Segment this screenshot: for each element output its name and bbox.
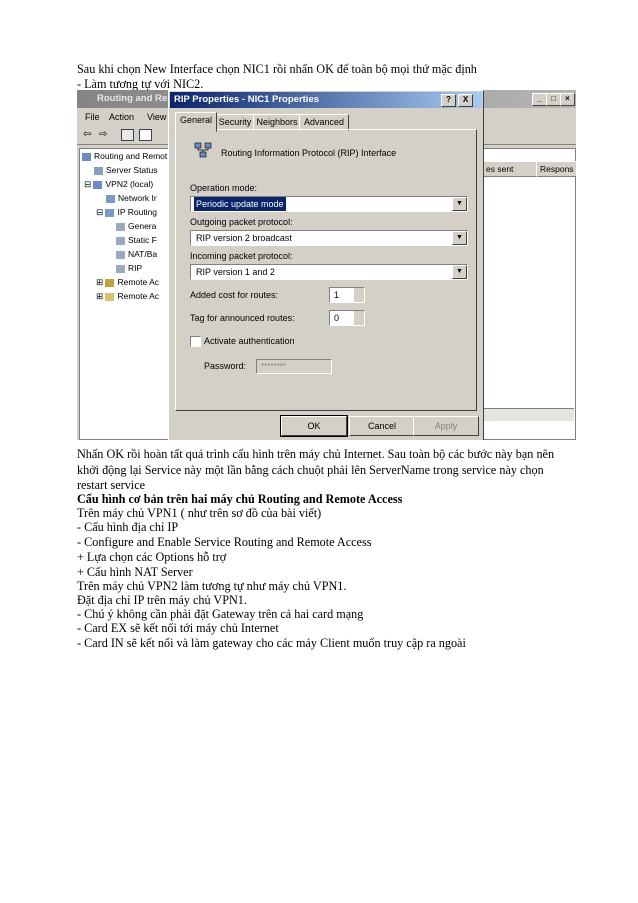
tag-stepper[interactable]: 0	[329, 310, 365, 326]
text-line-10: + Lựa chọn các Options hỗ trợ	[77, 550, 227, 564]
tree-item[interactable]: ⊟ IP Routing	[96, 207, 157, 218]
added-cost-label: Added cost for routes:	[190, 290, 279, 300]
chevron-down-icon: ▼	[452, 265, 467, 279]
operation-mode-label: Operation mode:	[190, 183, 258, 193]
minimize-icon[interactable]: _	[532, 93, 547, 106]
back-icon[interactable]: ⇦	[83, 129, 91, 140]
forward-icon[interactable]: ⇨	[99, 129, 107, 140]
rip-properties-dialog: RIP Properties - NIC1 Properties ? X Gen…	[168, 90, 484, 440]
ok-button[interactable]: OK	[280, 415, 348, 437]
tab-general[interactable]: General	[175, 112, 217, 132]
tag-label: Tag for announced routes:	[190, 313, 295, 323]
text-line-5: restart service	[77, 478, 146, 492]
dialog-titlebar: RIP Properties - NIC1 Properties ? X	[170, 92, 482, 108]
activate-authentication-checkbox[interactable]	[190, 336, 201, 347]
menu-file[interactable]: File	[85, 112, 100, 122]
remote-access-icon	[105, 278, 115, 287]
text-line-7: Trên máy chủ VPN1 ( như trên sơ đồ của b…	[77, 506, 322, 520]
column-header[interactable]: Respons	[536, 161, 576, 177]
text-line-1: Sau khi chọn New Interface chọn NIC1 rồi…	[77, 62, 477, 76]
tree-item[interactable]: ⊞ Remote Ac	[96, 277, 159, 288]
server-icon	[93, 180, 103, 189]
status-icon	[94, 166, 103, 175]
horizontal-scrollbar[interactable]	[481, 408, 574, 421]
console-tree: Routing and Remot Server Status ⊟ VPN2 (…	[79, 148, 174, 440]
incoming-protocol-select[interactable]: RIP version 1 and 2 ▼	[190, 264, 468, 280]
nat-icon	[116, 250, 125, 259]
password-label: Password:	[204, 361, 247, 371]
cancel-button[interactable]: Cancel	[349, 416, 415, 436]
password-field[interactable]: ********	[256, 359, 332, 374]
text-line-15: - Card EX sẽ kết nối tới máy chủ Interne…	[77, 621, 279, 635]
general-panel: Routing Information Protocol (RIP) Inter…	[175, 129, 477, 411]
help-icon[interactable]: ?	[441, 94, 456, 107]
folder-icon	[105, 292, 115, 301]
static-icon	[116, 236, 125, 245]
chevron-down-icon: ▼	[452, 231, 467, 245]
added-cost-stepper[interactable]: 1	[329, 287, 365, 303]
general-icon	[116, 222, 125, 231]
close-icon[interactable]: ×	[560, 93, 575, 106]
text-line-4: khởi động lại Service này một lần bằng c…	[77, 463, 544, 477]
menu-view[interactable]: View	[147, 112, 166, 122]
text-line-11: + Cấu hình NAT Server	[77, 565, 193, 579]
dialog-title: RIP Properties - NIC1 Properties	[174, 94, 320, 105]
tree-item[interactable]: Network Ir	[106, 193, 157, 203]
tree-item[interactable]: Server Status	[94, 165, 158, 175]
activate-authentication-label: Activate authentication	[204, 336, 295, 346]
text-line-3: Nhấn OK rồi hoàn tất quá trình cấu hình …	[77, 447, 555, 461]
tree-item[interactable]: Static F	[116, 235, 157, 245]
tree-item[interactable]: Genera	[116, 221, 156, 231]
server-icon	[82, 152, 91, 161]
network-interface-icon	[194, 142, 212, 158]
screenshot: Routing and Rem _ □ × File Action View ⇦…	[77, 90, 576, 440]
tree-item[interactable]: Routing and Remot	[82, 151, 167, 161]
rip-icon	[116, 264, 125, 273]
outgoing-protocol-label: Outgoing packet protocol:	[190, 217, 293, 227]
section-heading: Cấu hình cơ bản trên hai máy chủ Routing…	[77, 492, 403, 506]
text-line-14: - Chú ý không cần phải đặt Gateway trên …	[77, 607, 364, 621]
details-pane: es sent Respons	[481, 148, 576, 440]
text-line-9: - Configure and Enable Service Routing a…	[77, 535, 372, 549]
operation-mode-select[interactable]: Periodic update mode ▼	[190, 196, 468, 212]
text-line-2: - Làm tương tự với NIC2.	[77, 77, 204, 91]
up-icon[interactable]	[121, 129, 134, 141]
network-icon	[106, 194, 115, 203]
spin-arrows-icon[interactable]	[354, 311, 364, 325]
tree-item[interactable]: ⊞ Remote Ac	[96, 291, 159, 302]
menu-action[interactable]: Action	[109, 112, 134, 122]
close-icon[interactable]: X	[458, 94, 473, 107]
interface-heading: Routing Information Protocol (RIP) Inter…	[221, 148, 397, 158]
tree-item[interactable]: RIP	[116, 263, 142, 273]
maximize-icon[interactable]: □	[546, 93, 561, 106]
routing-icon	[105, 208, 115, 217]
text-line-12: Trên máy chủ VPN2 làm tương tự như máy c…	[77, 579, 347, 593]
incoming-protocol-label: Incoming packet protocol:	[190, 251, 293, 261]
text-line-13: Đặt địa chỉ IP trên máy chủ VPN1.	[77, 593, 247, 607]
spin-arrows-icon[interactable]	[354, 288, 364, 302]
tree-item[interactable]: ⊟ VPN2 (local)	[84, 179, 153, 190]
column-header[interactable]: es sent	[482, 161, 537, 177]
apply-button[interactable]: Apply	[413, 416, 479, 436]
tree-item[interactable]: NAT/Ba	[116, 249, 157, 259]
chevron-down-icon: ▼	[452, 197, 467, 211]
text-line-16: - Card IN sẽ kết nối và làm gateway cho …	[77, 636, 466, 650]
bg-window-title: Routing and Rem	[97, 93, 176, 104]
text-line-8: - Cấu hình địa chỉ IP	[77, 520, 179, 534]
outgoing-protocol-select[interactable]: RIP version 2 broadcast ▼	[190, 230, 468, 246]
properties-icon[interactable]	[139, 129, 152, 141]
